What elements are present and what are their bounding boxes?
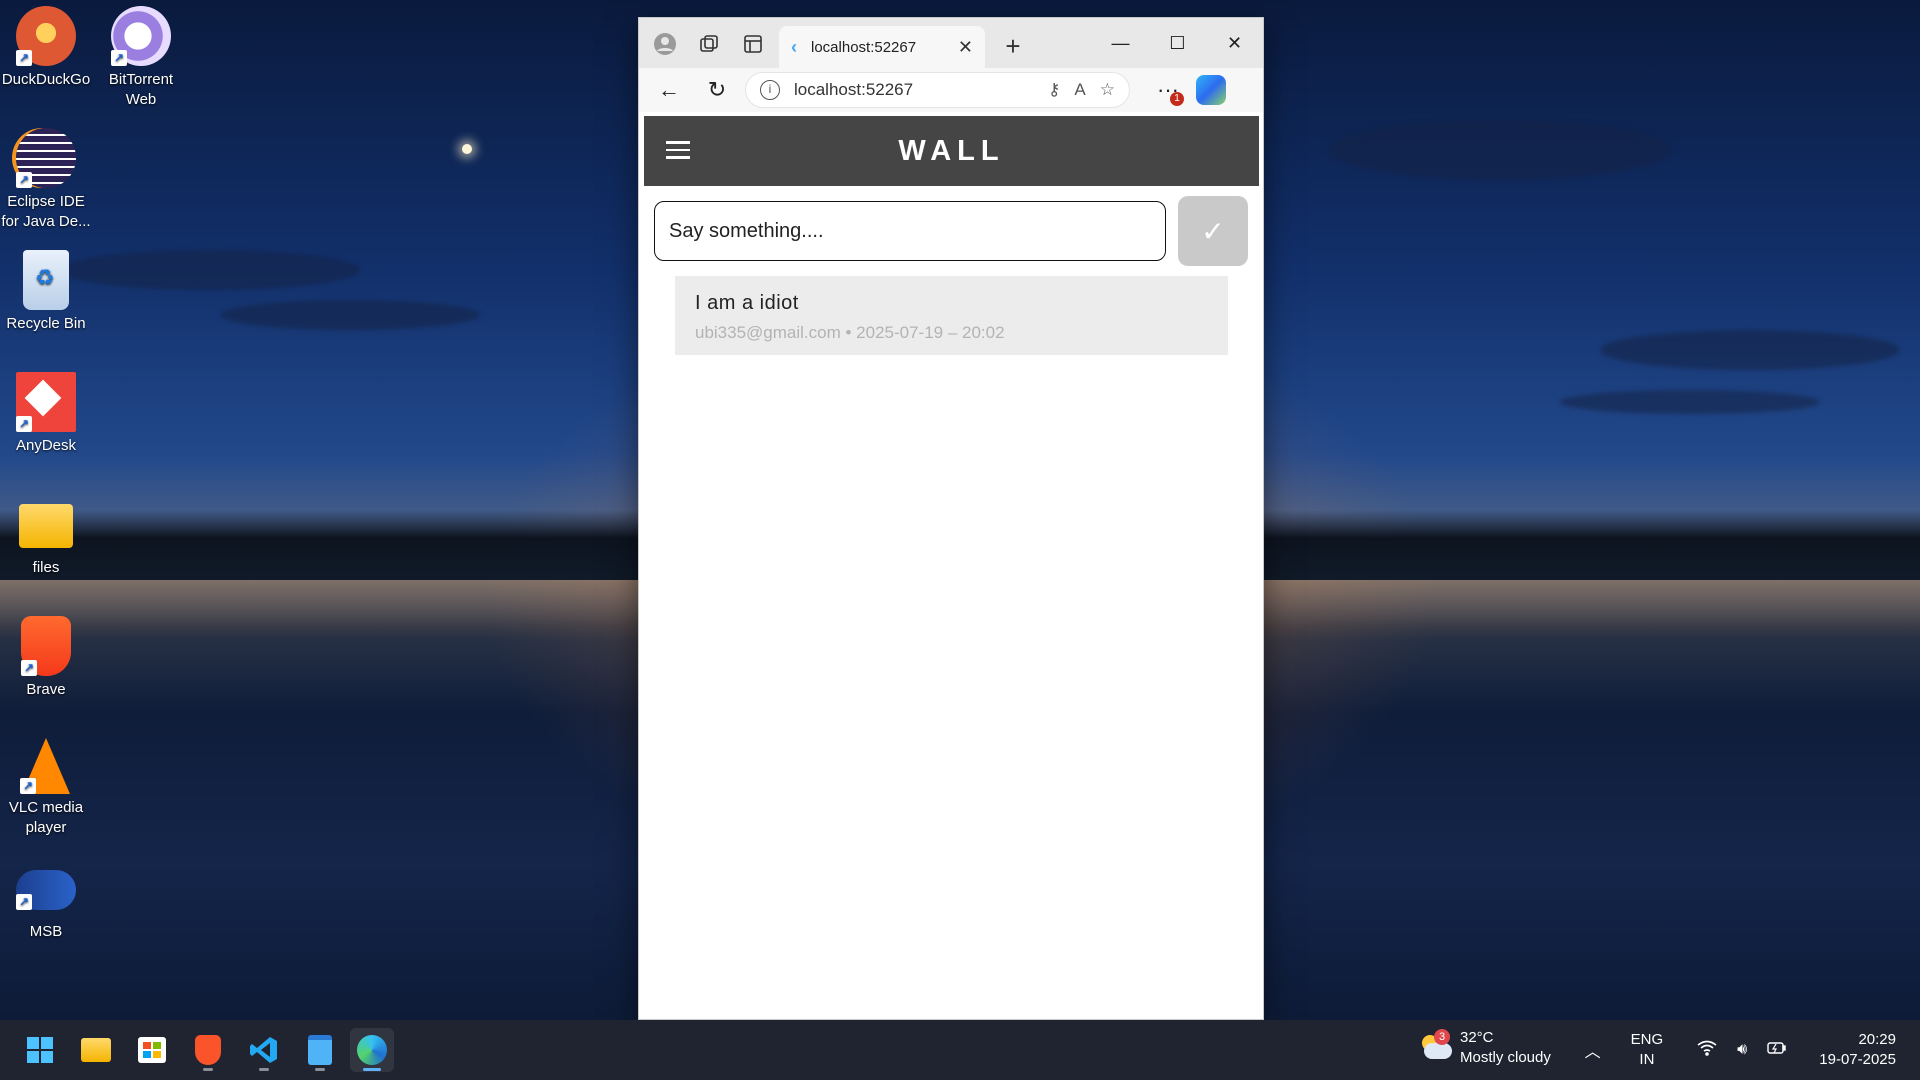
app-content: WALL ✓ I am a idiot ubi335@gmail.com • 2… bbox=[644, 116, 1259, 1019]
desktop-icon-recycle-bin[interactable]: ♻ Recycle Bin bbox=[0, 250, 92, 334]
taskbar-vscode[interactable] bbox=[242, 1028, 286, 1072]
volume-icon[interactable]: 🔊︎ bbox=[1737, 1041, 1747, 1059]
bittorrent-icon: ↗ bbox=[111, 6, 171, 66]
desktop-icon-bittorrent[interactable]: ↗ BitTorrent Web bbox=[95, 6, 187, 110]
clock[interactable]: 20:29 19-07-2025 bbox=[1819, 1030, 1896, 1070]
profile-icon[interactable] bbox=[647, 26, 683, 62]
tab-title: localhost:52267 bbox=[811, 38, 917, 56]
menu-icon[interactable] bbox=[666, 141, 690, 164]
flutter-icon: ‹ bbox=[791, 36, 797, 57]
windows-icon bbox=[27, 1037, 53, 1063]
close-window-button[interactable]: ✕ bbox=[1206, 18, 1263, 68]
minimize-button[interactable]: — bbox=[1092, 18, 1149, 68]
browser-window: ‹ localhost:52267 ✕ + — ☐ ✕ ← ↻ i localh… bbox=[638, 17, 1264, 1020]
site-info-icon[interactable]: i bbox=[760, 80, 780, 100]
navigation-bar: ← ↻ i localhost:52267 ⚷ A ☆ ··· 1 bbox=[639, 68, 1263, 112]
eclipse-icon: ↗ bbox=[16, 128, 76, 188]
weather-condition: Mostly cloudy bbox=[1460, 1049, 1551, 1066]
desktop-icon-label: Recycle Bin bbox=[6, 315, 86, 332]
folder-icon bbox=[81, 1038, 111, 1062]
check-icon: ✓ bbox=[1201, 215, 1225, 247]
anydesk-icon: ↗ bbox=[16, 372, 76, 432]
desktop-icon-label: Brave bbox=[26, 681, 66, 698]
address-bar[interactable]: i localhost:52267 ⚷ A ☆ bbox=[745, 72, 1130, 108]
vscode-icon bbox=[250, 1037, 277, 1063]
vlc-icon: ↗ bbox=[20, 738, 70, 794]
page-title: WALL bbox=[898, 134, 1005, 167]
msb-icon: ↗ bbox=[16, 870, 76, 910]
notification-badge: 1 bbox=[1170, 92, 1184, 106]
temperature: 32°C bbox=[1460, 1029, 1494, 1046]
cloudy-weather-icon: 3 bbox=[1420, 1029, 1452, 1061]
recycle-bin-icon: ♻ bbox=[23, 250, 69, 310]
store-icon bbox=[138, 1037, 166, 1063]
password-key-icon[interactable]: ⚷ bbox=[1048, 80, 1060, 100]
taskbar-brave[interactable] bbox=[186, 1028, 230, 1072]
battery-icon[interactable] bbox=[1767, 1041, 1787, 1060]
taskbar-notepad[interactable] bbox=[298, 1028, 342, 1072]
refresh-button[interactable]: ↻ bbox=[697, 72, 737, 108]
app-bar: WALL bbox=[644, 116, 1259, 186]
desktop-icon-label: files bbox=[32, 559, 60, 576]
weather-badge: 3 bbox=[1434, 1029, 1450, 1045]
tab-localhost[interactable]: ‹ localhost:52267 ✕ bbox=[779, 26, 985, 68]
post-message: I am a idiot bbox=[695, 292, 799, 314]
desktop-icon-files[interactable]: files bbox=[0, 494, 92, 578]
desktop-icon-duckduckgo[interactable]: ↗ DuckDuckGo bbox=[0, 6, 92, 90]
post-input[interactable] bbox=[654, 201, 1166, 261]
vertical-tabs-icon[interactable] bbox=[735, 26, 771, 62]
favorite-star-icon[interactable]: ☆ bbox=[1100, 80, 1115, 100]
desktop-icon-label: BitTorrent Web bbox=[108, 71, 174, 108]
weather-widget[interactable]: 3 32°C Mostly cloudy bbox=[1420, 1028, 1551, 1068]
workspaces-icon[interactable] bbox=[691, 26, 727, 62]
address-text: localhost:52267 bbox=[794, 80, 914, 99]
desktop-icon-vlc[interactable]: ↗ VLC media player bbox=[0, 738, 92, 838]
language-code: ENG bbox=[1630, 1031, 1664, 1048]
duckduckgo-icon: ↗ bbox=[16, 6, 76, 66]
start-button[interactable] bbox=[18, 1028, 62, 1072]
language-indicator[interactable]: ENG IN bbox=[1631, 1030, 1664, 1070]
tab-bar: ‹ localhost:52267 ✕ + — ☐ ✕ bbox=[639, 18, 1263, 68]
post-composer: ✓ bbox=[644, 186, 1259, 266]
notepad-icon bbox=[308, 1035, 332, 1065]
desktop-icon-brave[interactable]: ↗ Brave bbox=[0, 616, 92, 700]
desktop-icon-label: VLC media player bbox=[8, 799, 84, 836]
clock-time: 20:29 bbox=[1858, 1031, 1896, 1048]
system-tray: ︿ ENG IN 🔊︎ 20:29 19-07-2025 bbox=[1585, 1020, 1920, 1080]
chevron-up-icon[interactable]: ︿ bbox=[1585, 1038, 1601, 1062]
region-code: IN bbox=[1639, 1051, 1655, 1068]
desktop-icon-label: AnyDesk bbox=[15, 437, 77, 454]
desktop-icon-label: Eclipse IDE for Java De... bbox=[1, 193, 91, 230]
taskbar-file-explorer[interactable] bbox=[74, 1028, 118, 1072]
wall-post: I am a idiot ubi335@gmail.com • 2025-07-… bbox=[675, 276, 1228, 355]
new-tab-button[interactable]: + bbox=[997, 31, 1029, 62]
read-aloud-icon[interactable]: A bbox=[1074, 80, 1085, 100]
post-submit-button[interactable]: ✓ bbox=[1178, 196, 1248, 266]
close-tab-icon[interactable]: ✕ bbox=[958, 37, 973, 58]
desktop-icon-eclipse[interactable]: ↗ Eclipse IDE for Java De... bbox=[0, 128, 92, 232]
post-meta: ubi335@gmail.com • 2025-07-19 – 20:02 bbox=[695, 323, 1005, 342]
folder-icon bbox=[19, 504, 73, 548]
edge-icon bbox=[357, 1035, 387, 1065]
maximize-button[interactable]: ☐ bbox=[1149, 18, 1206, 68]
moon bbox=[462, 144, 472, 154]
wifi-icon[interactable] bbox=[1697, 1040, 1717, 1061]
back-button[interactable]: ← bbox=[649, 72, 689, 108]
settings-more-button[interactable]: ··· 1 bbox=[1148, 72, 1188, 108]
desktop-icon-msb[interactable]: ↗ MSB bbox=[0, 870, 92, 942]
taskbar: 3 32°C Mostly cloudy ︿ ENG IN 🔊︎ 20:29 1… bbox=[0, 1020, 1920, 1080]
desktop-icon-label: DuckDuckGo bbox=[1, 71, 91, 88]
brave-icon: ↗ bbox=[21, 616, 71, 676]
copilot-icon[interactable] bbox=[1196, 75, 1226, 105]
brave-icon bbox=[195, 1035, 221, 1065]
clock-date: 19-07-2025 bbox=[1819, 1051, 1896, 1068]
taskbar-edge[interactable] bbox=[350, 1028, 394, 1072]
taskbar-microsoft-store[interactable] bbox=[130, 1028, 174, 1072]
desktop-icon-anydesk[interactable]: ↗ AnyDesk bbox=[0, 372, 92, 456]
desktop-icon-label: MSB bbox=[29, 923, 63, 940]
